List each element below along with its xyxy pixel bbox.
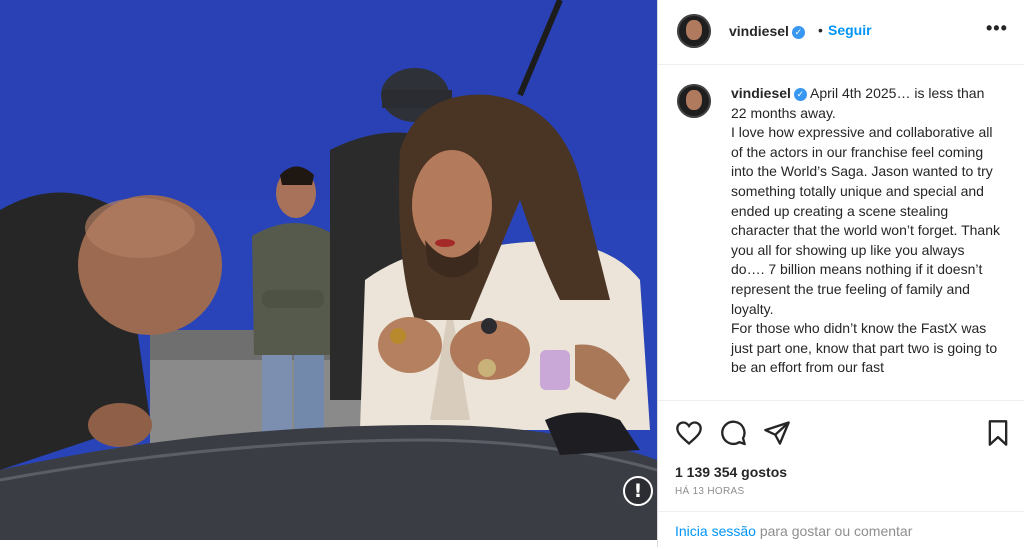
caption-avatar[interactable] (677, 84, 711, 118)
post-photo[interactable]: ! (0, 0, 657, 540)
more-options-icon[interactable]: ••• (986, 18, 1008, 39)
avatar[interactable] (677, 14, 711, 48)
separator-dot: • (818, 22, 823, 38)
caption-area[interactable]: vindiesel ✓ April 4th 2025… is less than … (658, 65, 1024, 399)
likes-count[interactable]: 1 139 354 gostos (675, 464, 787, 480)
post-timestamp[interactable]: HÁ 13 HORAS (675, 486, 744, 497)
username-text: vindiesel (729, 23, 789, 39)
post-photo-scene (0, 0, 657, 540)
verified-badge-icon: ✓ (791, 26, 805, 39)
post-caption: vindiesel ✓ April 4th 2025… is less than … (731, 84, 1001, 378)
send-icon[interactable] (763, 419, 791, 447)
username-link[interactable]: vindiesel ✓ (729, 23, 805, 39)
instagram-post: ! vindiesel ✓ • Seguir ••• vindiesel ✓ Apr… (0, 0, 1024, 547)
avatar-ring (677, 84, 711, 118)
login-link[interactable]: Inicia sessão (675, 523, 756, 539)
comment-icon[interactable] (719, 419, 747, 447)
login-prompt-text: Inicia sessão para gostar ou comentar (675, 523, 912, 539)
login-prompt: Inicia sessão para gostar ou comentar (658, 511, 1024, 549)
post-side-panel: vindiesel ✓ • Seguir ••• vindiesel ✓ April… (657, 0, 1024, 547)
post-actions: 1 139 354 gostos HÁ 13 HORAS Inicia sess… (658, 400, 1024, 548)
heart-icon[interactable] (675, 419, 703, 447)
post-header: vindiesel ✓ • Seguir ••• (658, 0, 1024, 65)
verified-badge-icon: ✓ (793, 88, 807, 101)
follow-button[interactable]: Seguir (828, 22, 872, 38)
caption-text: April 4th 2025… is less than 22 months a… (731, 85, 1000, 376)
login-prompt-rest: para gostar ou comentar (755, 523, 913, 539)
caption-username[interactable]: vindiesel ✓ (731, 85, 807, 101)
bookmark-icon[interactable] (984, 419, 1012, 447)
caption-username-text: vindiesel (731, 85, 791, 101)
avatar-ring (677, 14, 711, 48)
alt-text-badge[interactable]: ! (623, 476, 653, 506)
